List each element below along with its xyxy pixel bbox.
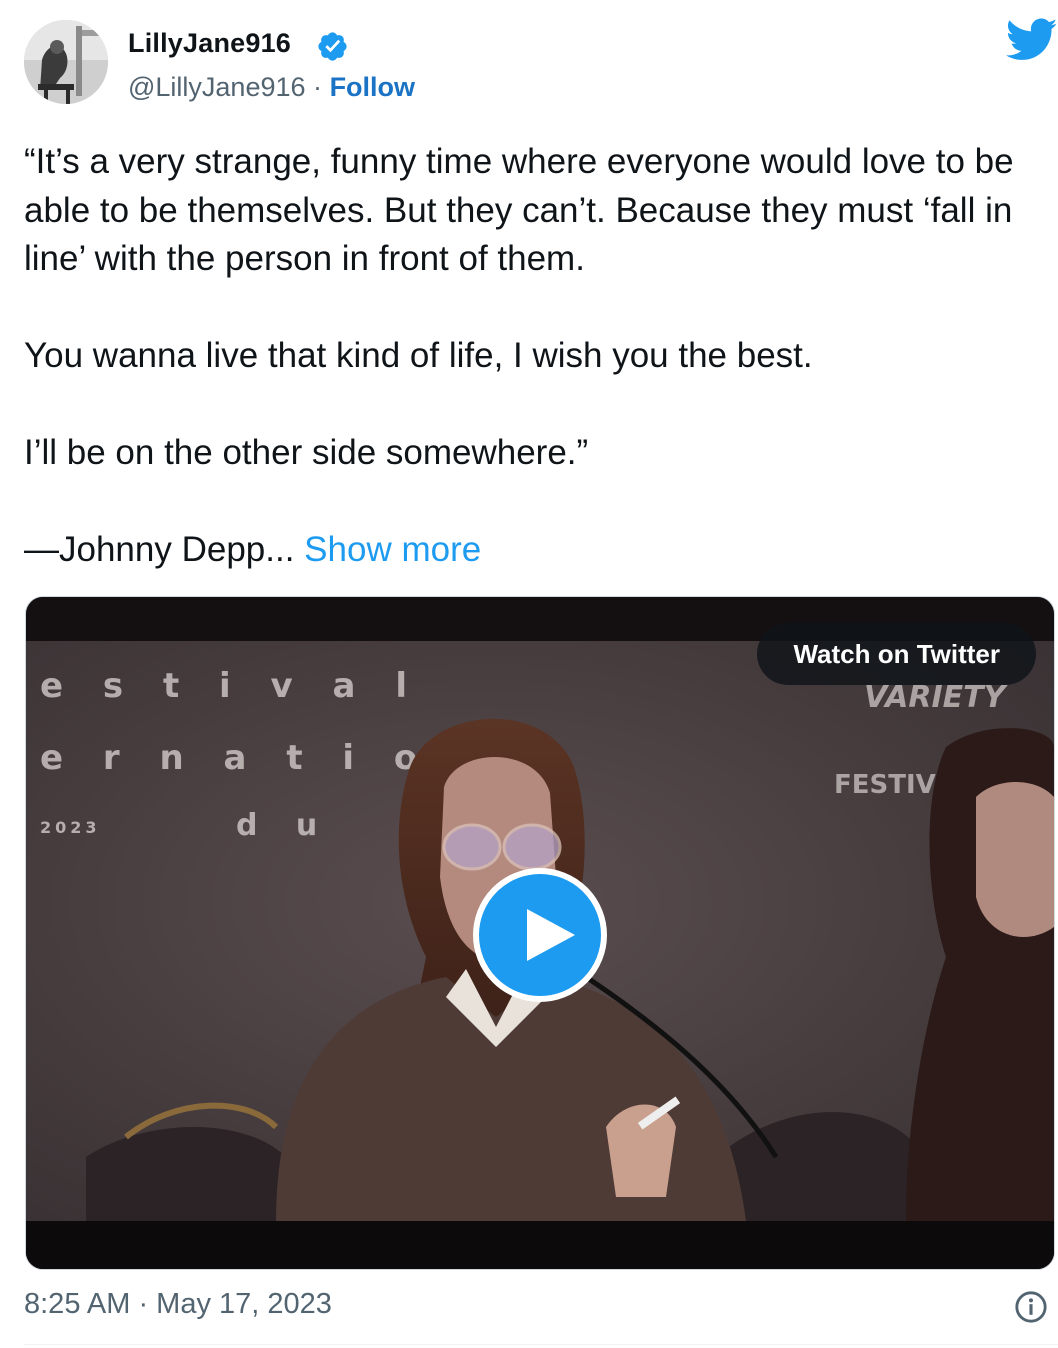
avatar[interactable] bbox=[24, 20, 108, 104]
timestamp[interactable]: 8:25 AM · May 17, 2023 bbox=[24, 1288, 332, 1321]
backdrop-text: 2023 bbox=[40, 818, 101, 837]
tweet-embed: LillyJane916 @LillyJane916 · Follow “It’… bbox=[0, 0, 1058, 1348]
tweet-paragraph: —Johnny Depp... bbox=[24, 530, 295, 569]
backdrop-text: e r n a t i o bbox=[40, 738, 431, 778]
handle[interactable]: @LillyJane916 bbox=[128, 72, 306, 102]
display-name[interactable]: LillyJane916 bbox=[128, 28, 291, 59]
play-icon bbox=[527, 909, 575, 961]
verified-badge-icon bbox=[318, 32, 347, 61]
tweet-text: “It’s a very strange, funny time where e… bbox=[24, 138, 1054, 575]
backdrop-brand: VARIETY bbox=[864, 680, 1009, 715]
follow-button[interactable]: Follow bbox=[330, 72, 415, 102]
tweet-paragraph: You wanna live that kind of life, I wish… bbox=[24, 336, 813, 375]
tweet-paragraph: I’ll be on the other side somewhere.” bbox=[24, 433, 589, 472]
tweet-paragraph: “It’s a very strange, funny time where e… bbox=[24, 142, 1014, 278]
divider bbox=[24, 1344, 1058, 1345]
info-icon[interactable] bbox=[1014, 1290, 1048, 1324]
show-more-link[interactable]: Show more bbox=[304, 530, 481, 569]
backdrop-text: d u bbox=[236, 808, 331, 843]
tweet-paragraph-last: —Johnny Depp... Show more bbox=[24, 526, 1054, 575]
twitter-bird-icon[interactable] bbox=[1006, 18, 1058, 62]
backdrop-text: e s t i v a l bbox=[40, 666, 421, 706]
play-button[interactable] bbox=[473, 868, 607, 1002]
separator: · bbox=[313, 72, 323, 102]
handle-row: @LillyJane916 · Follow bbox=[128, 72, 415, 103]
watch-on-twitter-button[interactable]: Watch on Twitter bbox=[757, 623, 1036, 685]
video-media[interactable]: e s t i v a l e r n a t i o d u 2023 VAR… bbox=[25, 596, 1055, 1270]
